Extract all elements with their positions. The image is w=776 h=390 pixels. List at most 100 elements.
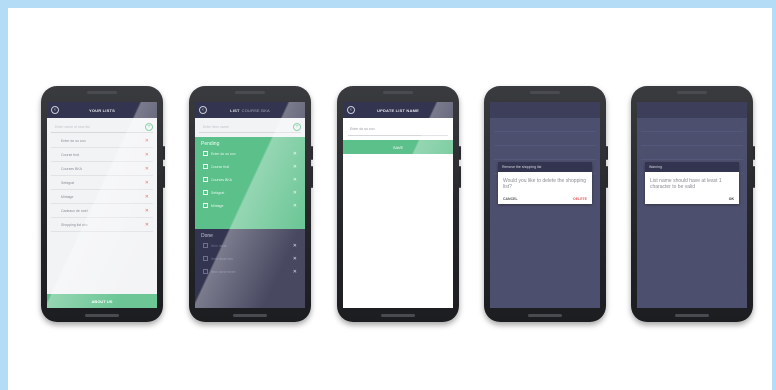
volume-button — [459, 166, 461, 188]
delete-icon[interactable]: ✕ — [293, 177, 297, 183]
dialog-title: Warning — [645, 162, 739, 172]
delete-icon[interactable]: ✕ — [293, 256, 297, 262]
list-item[interactable]: Courses BKA ✕ — [51, 162, 153, 176]
frame-border-left — [0, 0, 8, 390]
delete-icon[interactable]: ✕ — [145, 138, 149, 144]
power-button — [753, 146, 755, 160]
volume-button — [606, 166, 608, 188]
pending-item[interactable]: Courses BKA ✕ — [201, 173, 299, 186]
new-item-input[interactable]: Enter item name + — [199, 121, 301, 133]
done-section: Done Item done ✕ Item done two ✕ Item done… — [195, 229, 305, 308]
delete-icon[interactable]: ✕ — [293, 269, 297, 275]
delete-icon[interactable]: ✕ — [293, 203, 297, 209]
checkbox[interactable] — [203, 243, 208, 248]
done-item[interactable]: Item done ✕ — [201, 239, 299, 252]
phone-delete-dialog: Remove the shopping list Would you like … — [484, 86, 608, 322]
frame-border-right — [772, 0, 776, 390]
list-item-label: Mintage — [61, 194, 74, 199]
item-label: Courses BKA — [211, 177, 233, 182]
list-item[interactable]: Cadeaux de noel ✕ — [51, 204, 153, 218]
pending-item[interactable]: Sefagrat ✕ — [201, 186, 299, 199]
app-bar: ‹ LIST COURSE BKA — [195, 102, 305, 118]
item-label: Mintage — [211, 203, 224, 208]
done-item[interactable]: Item done two ✕ — [201, 252, 299, 265]
back-icon[interactable]: ‹ — [347, 106, 355, 114]
item-label: Item done two — [211, 256, 233, 261]
checkbox[interactable] — [203, 177, 208, 182]
dimmed-row — [494, 146, 596, 160]
delete-icon[interactable]: ✕ — [145, 152, 149, 158]
about-us-button[interactable]: ABOUT US — [47, 294, 157, 308]
checkbox[interactable] — [203, 203, 208, 208]
screen-update-list-name: ‹ UPDATE LIST NAME Enter do so con SAVE — [343, 102, 453, 308]
dialog-title: Remove the shopping list — [498, 162, 592, 172]
list-item[interactable]: Shopping list abc ✕ — [51, 218, 153, 232]
phone-warning-dialog: Warning List name should have at least 1… — [631, 86, 755, 322]
cancel-button[interactable]: CANCEL — [503, 197, 518, 201]
delete-icon[interactable]: ✕ — [293, 243, 297, 249]
input-placeholder: Enter item name — [203, 124, 229, 129]
save-button[interactable]: SAVE — [343, 140, 453, 154]
input-placeholder: Enter name of new list — [55, 124, 90, 129]
list-item[interactable]: Sefagrat ✕ — [51, 176, 153, 190]
done-label: Done — [201, 233, 213, 239]
delete-icon[interactable]: ✕ — [293, 151, 297, 157]
list-item-label: Course fruit — [61, 152, 80, 157]
list-item[interactable]: Enter do so con ✕ — [51, 134, 153, 148]
volume-button — [311, 166, 313, 188]
dimmed-row — [641, 132, 743, 146]
pending-item[interactable]: Mintage ✕ — [201, 199, 299, 212]
add-icon[interactable]: + — [293, 123, 301, 131]
app-bar — [490, 102, 600, 118]
delete-icon[interactable]: ✕ — [293, 164, 297, 170]
back-icon[interactable]: ‹ — [51, 106, 59, 114]
phone-list-detail: ‹ LIST COURSE BKA Enter item name + Pend… — [189, 86, 313, 322]
delete-button[interactable]: DELETE — [573, 197, 587, 201]
power-button — [163, 146, 165, 160]
item-label: Sefagrat — [211, 190, 225, 195]
delete-icon[interactable]: ✕ — [293, 190, 297, 196]
pending-item[interactable]: Enter do so con ✕ — [201, 147, 299, 160]
app-bar: ‹ UPDATE LIST NAME — [343, 102, 453, 118]
screen-list-detail: ‹ LIST COURSE BKA Enter item name + Pend… — [195, 102, 305, 308]
pending-section: Pending Enter do so con ✕ Course fruit ✕ C… — [195, 137, 305, 229]
dialog-actions: OK — [645, 194, 739, 204]
ok-button[interactable]: OK — [729, 197, 734, 201]
dimmed-row — [641, 146, 743, 160]
item-label: Course fruit — [211, 164, 230, 169]
list-item-label: Courses BKA — [61, 166, 83, 171]
new-list-input[interactable]: Enter name of new list + — [51, 121, 153, 133]
back-icon[interactable]: ‹ — [199, 106, 207, 114]
list-item-label: Sefagrat — [61, 180, 75, 185]
add-icon[interactable]: + — [145, 123, 153, 131]
dialog-actions: CANCEL DELETE — [498, 194, 592, 204]
list-item[interactable]: Mintage ✕ — [51, 190, 153, 204]
item-label: Enter do so con — [211, 151, 236, 156]
checkbox[interactable] — [203, 269, 208, 274]
phone-your-lists: ‹ YOUR LISTS Enter name of new list + En… — [41, 86, 165, 322]
phone-update-list-name: ‹ UPDATE LIST NAME Enter do so con SAVE — [337, 86, 461, 322]
page-title: LIST — [230, 107, 240, 113]
screen-warning-dialog: Warning List name should have at least 1… — [637, 102, 747, 308]
delete-confirm-dialog: Remove the shopping list Would you like … — [498, 162, 592, 204]
checkbox[interactable] — [203, 164, 208, 169]
item-label: Item done three — [211, 269, 236, 274]
delete-icon[interactable]: ✕ — [145, 222, 149, 228]
delete-icon[interactable]: ✕ — [145, 180, 149, 186]
list-item-label: Enter do so con — [61, 138, 86, 143]
app-bar — [637, 102, 747, 118]
list-name-input[interactable]: Enter do so con — [348, 122, 448, 136]
list-item-label: Cadeaux de noel — [61, 208, 88, 213]
checkbox[interactable] — [203, 151, 208, 156]
dimmed-row — [494, 118, 596, 132]
pending-item[interactable]: Course fruit ✕ — [201, 160, 299, 173]
dimmed-row — [641, 118, 743, 132]
checkbox[interactable] — [203, 256, 208, 261]
checkbox[interactable] — [203, 190, 208, 195]
done-item[interactable]: Item done three ✕ — [201, 265, 299, 278]
list-item[interactable]: Course fruit ✕ — [51, 148, 153, 162]
delete-icon[interactable]: ✕ — [145, 194, 149, 200]
delete-icon[interactable]: ✕ — [145, 166, 149, 172]
delete-icon[interactable]: ✕ — [145, 208, 149, 214]
volume-button — [163, 166, 165, 188]
